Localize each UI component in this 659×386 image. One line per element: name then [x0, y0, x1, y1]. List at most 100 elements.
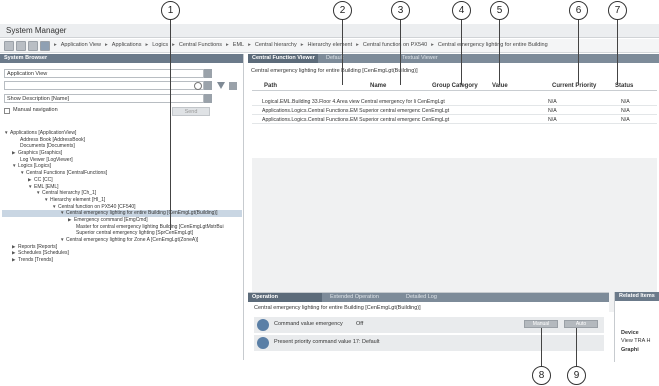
breadcrumb-item[interactable]: Application View	[61, 42, 101, 48]
table-row[interactable]: Applications.Logics.Central Functions.EM…	[252, 115, 657, 124]
breadcrumb-item[interactable]: Central function on PX540	[363, 42, 427, 48]
priority-label: Present priority command value 17: Defau…	[274, 339, 380, 345]
column-header-name[interactable]: Name	[370, 83, 386, 89]
table-empty-area	[252, 158, 657, 312]
forward-icon[interactable]	[16, 41, 26, 51]
tree-item[interactable]: Log Viewer [LogViewer]	[2, 157, 242, 164]
tab-textual-viewer[interactable]: Textual Viewer	[398, 54, 468, 63]
manual-navigation-label: Manual navigation	[13, 107, 58, 113]
related-item[interactable]: View TRA H	[621, 338, 650, 344]
tree-item[interactable]: ▶ CC [CC]	[2, 177, 242, 184]
tree-item[interactable]: ▼ Central Functions [CentralFunctions]	[2, 170, 242, 177]
object-title: Central emergency lighting for entire Bu…	[251, 68, 418, 74]
related-item[interactable]: Device	[621, 330, 639, 336]
tree-item[interactable]: ▼ Hierarchy element [HI_1]	[2, 197, 242, 204]
tree-item[interactable]: Documents [Documents]	[2, 143, 242, 150]
breadcrumb-item[interactable]: Applications	[112, 42, 142, 48]
tree-item-label: Log Viewer [LogViewer]	[20, 156, 73, 163]
cell-path: Applications.Logics.Central Functions.EM…	[262, 108, 450, 114]
view-select[interactable]: Application View	[4, 69, 204, 78]
description-select[interactable]: Show Description [Name]	[4, 94, 204, 103]
callout-5: 5	[490, 1, 509, 20]
filter-icon[interactable]	[217, 82, 225, 89]
tree-item[interactable]: ▶ Emergency command [EmgCmd]	[2, 217, 242, 224]
tree-item[interactable]: Address Book [AddressBook]	[2, 137, 242, 144]
cell-priority: N/A	[548, 117, 557, 123]
layout-icon[interactable]	[28, 41, 38, 51]
auto-button[interactable]: Auto	[564, 320, 598, 328]
breadcrumb-item[interactable]: Central hierarchy	[255, 42, 297, 48]
chevron-down-icon[interactable]	[204, 69, 212, 78]
chevron-down-icon[interactable]	[204, 81, 212, 90]
chevron-right-icon	[257, 337, 269, 349]
breadcrumb-item[interactable]: Logics	[152, 42, 168, 48]
related-items-panel: Related Items Device View TRA H Graphi	[614, 292, 659, 362]
viewer-tabs: Central Function Viewer Default Textual …	[248, 54, 659, 63]
tree-item[interactable]: ▶ Trends [Trends]	[2, 257, 242, 264]
tab-detailed-log[interactable]: Detailed Log	[402, 293, 476, 302]
app-title: System Manager	[6, 26, 67, 35]
tree-item-label: Documents [Documents]	[20, 143, 75, 150]
tree-item-label: Master for central emergency lighting Bu…	[76, 223, 224, 230]
column-header-current-priority[interactable]: Current Priority	[552, 83, 596, 89]
cell-path: Applications.Logics.Central Functions.EM…	[262, 117, 450, 123]
breadcrumb-item[interactable]: Central emergency lighting for entire Bu…	[438, 42, 548, 48]
callout-4: 4	[452, 1, 471, 20]
tree-item-label: Emergency command [EmgCmd]	[74, 216, 148, 223]
callout-3: 3	[391, 1, 410, 20]
tree-item[interactable]: ▶ Graphics [Graphics]	[2, 150, 242, 157]
tab-operation[interactable]: Operation	[248, 293, 322, 302]
related-item[interactable]: Graphi	[621, 347, 639, 353]
tree-item[interactable]: ▶ Schedules [Schedules]	[2, 250, 242, 257]
tree-item-label: Schedules [Schedules]	[18, 250, 69, 257]
callout-2: 2	[333, 1, 352, 20]
command-row: Command value emergency Off Manual Auto	[254, 317, 604, 333]
system-browser-title: System Browser	[0, 54, 243, 63]
callout-9: 9	[567, 366, 586, 385]
manual-button[interactable]: Manual	[524, 320, 558, 328]
tree-item[interactable]: ▼ EML [EML]	[2, 184, 242, 191]
cell-path: Logical.EML.Building 33.Floor 4.Area vie…	[262, 99, 445, 105]
tree-item[interactable]: ▼ Central hierarchy [Ch_1]	[2, 190, 242, 197]
manual-navigation-checkbox[interactable]	[4, 108, 10, 114]
table-row[interactable]: Applications.Logics.Central Functions.EM…	[252, 106, 657, 115]
cell-priority: N/A	[548, 108, 557, 114]
column-header-status[interactable]: Status	[615, 83, 633, 89]
save-icon[interactable]	[229, 82, 237, 90]
search-input[interactable]	[4, 81, 204, 90]
system-manager-window: System Manager ▸ Application View ▸ Applic…	[0, 24, 659, 362]
column-header-path[interactable]: Path	[264, 83, 277, 89]
system-browser-panel: System Browser Application View Show Des…	[0, 54, 244, 360]
cell-status: N/A	[621, 117, 630, 123]
search-icon[interactable]	[194, 82, 202, 90]
tab-central-function-viewer[interactable]: Central Function Viewer	[248, 54, 318, 63]
cell-status: N/A	[621, 99, 630, 105]
tree-item[interactable]: ▼ Central emergency lighting for Zone A […	[2, 237, 242, 244]
callout-6: 6	[569, 1, 588, 20]
chevron-down-icon[interactable]	[204, 94, 212, 103]
tree-item[interactable]: ▶ Reports [Reports]	[2, 244, 242, 251]
tree-item-label: Address Book [AddressBook]	[20, 136, 86, 143]
column-header-group-category[interactable]: Group Category	[432, 83, 478, 89]
back-icon[interactable]	[4, 41, 14, 51]
table-row[interactable]: Logical.EML.Building 33.Floor 4.Area vie…	[252, 97, 657, 106]
tree-item[interactable]: Superior central emergency lighting [Spr…	[2, 230, 242, 237]
column-header-value[interactable]: Value	[492, 83, 508, 89]
callout-8: 8	[532, 366, 551, 385]
breadcrumb-item[interactable]: Hierarchy element	[308, 42, 353, 48]
cell-status: N/A	[621, 108, 630, 114]
tree-item[interactable]: ▼ Central function on PX540 [CF540]	[2, 204, 242, 211]
tree-item[interactable]: ▼ Logics [Logics]	[2, 163, 242, 170]
tab-default[interactable]: Default	[322, 54, 392, 63]
members-table: Path Name Group Category Value Current P…	[252, 82, 657, 124]
breadcrumb-item[interactable]: EML	[233, 42, 244, 48]
tree-item[interactable]: ▼ Applications [ApplicationView]	[2, 130, 242, 137]
tree-item-selected[interactable]: ▼ Central emergency lighting for entire B…	[2, 210, 242, 217]
favorite-icon[interactable]	[40, 41, 50, 51]
send-button[interactable]: Send	[172, 107, 210, 116]
tree-item[interactable]: Master for central emergency lighting Bu…	[2, 224, 242, 231]
tree-item-label: Graphics [Graphics]	[18, 150, 63, 157]
command-label: Command value emergency	[274, 321, 343, 327]
tab-extended-operation[interactable]: Extended Operation	[326, 293, 400, 302]
breadcrumb-item[interactable]: Central Functions	[179, 42, 222, 48]
